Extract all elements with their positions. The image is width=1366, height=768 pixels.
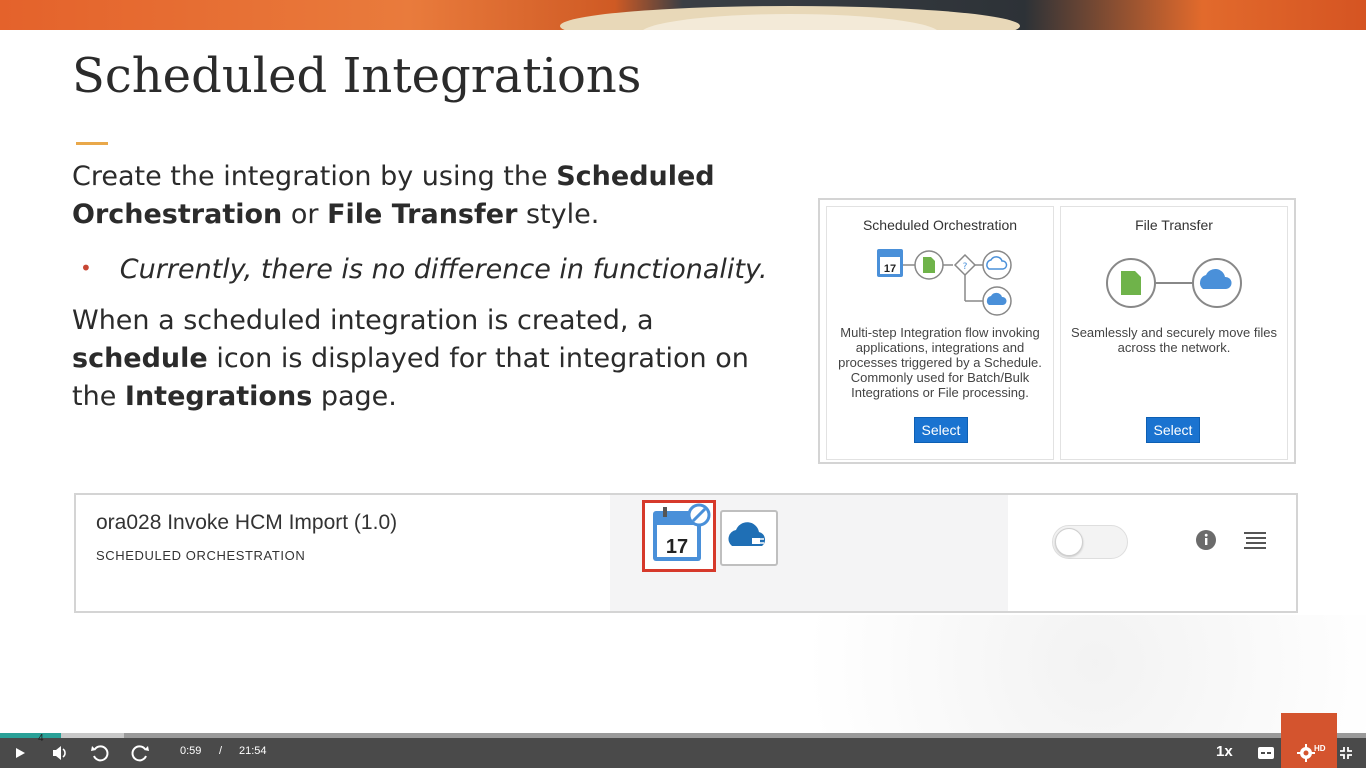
play-icon[interactable] [8, 741, 32, 765]
captions-icon[interactable] [1254, 741, 1278, 765]
integration-style-label: SCHEDULED ORCHESTRATION [96, 548, 306, 563]
select-file-transfer-button[interactable]: Select [1146, 417, 1200, 443]
bullet-dot-icon: • [80, 256, 92, 280]
card-title: Scheduled Orchestration [862, 217, 1018, 233]
schedule-icon[interactable]: 17 [642, 500, 716, 572]
duration: 21:54 [239, 745, 267, 757]
file-transfer-card: File Transfer Seamlessly and securely mo… [1060, 206, 1288, 460]
chapter-marker: 4 [38, 733, 44, 744]
card-description: Seamlessly and securely move files acros… [1071, 325, 1277, 355]
hd-badge: HD [1314, 744, 1326, 753]
playback-speed-button[interactable]: 1x [1216, 743, 1233, 760]
fullscreen-exit-icon[interactable] [1334, 741, 1358, 765]
hamburger-menu-icon[interactable] [1244, 531, 1266, 549]
forward-icon[interactable] [128, 741, 152, 765]
video-player-bar [0, 733, 1366, 768]
schedule-day-label: 17 [666, 536, 688, 558]
scheduled-orchestration-card: Scheduled Orchestration 17 ? Multi-step … [826, 206, 1054, 460]
card-title: File Transfer [1135, 217, 1213, 233]
progress-bar[interactable] [0, 733, 1366, 738]
file-transfer-flow-icon [1106, 258, 1242, 308]
calendar-day-label: 17 [884, 263, 896, 275]
rewind-icon[interactable] [88, 741, 112, 765]
svg-text:?: ? [963, 262, 968, 272]
time-separator: / [219, 745, 223, 757]
progress-fill [0, 733, 62, 738]
slide-title: Scheduled Integrations [72, 48, 642, 104]
decorative-pattern [690, 615, 1366, 735]
card-description: Multi-step Integration flow invoking app… [838, 325, 1042, 400]
orchestration-flow-icon: 17 ? [877, 249, 1012, 316]
schedule-paragraph: When a scheduled integration is created,… [72, 305, 749, 412]
integration-name[interactable]: ora028 Invoke HCM Import (1.0) [96, 511, 397, 535]
intro-paragraph: Create the integration by using the Sche… [72, 161, 715, 230]
title-accent-rule [76, 142, 108, 145]
integration-list-row[interactable]: ora028 Invoke HCM Import (1.0) SCHEDULED… [74, 493, 1298, 613]
bullet-item: • Currently, there is no difference in fu… [80, 254, 768, 285]
decorative-banner [0, 0, 1366, 30]
info-icon[interactable] [1196, 530, 1216, 550]
select-scheduled-orchestration-button[interactable]: Select [914, 417, 968, 443]
integration-style-panel: Scheduled Orchestration 17 ? Multi-step … [818, 198, 1296, 464]
cloud-adapter-icon[interactable] [720, 510, 778, 566]
activate-toggle[interactable] [1052, 525, 1128, 559]
current-time: 0:59 [180, 745, 202, 757]
volume-icon[interactable] [48, 741, 72, 765]
